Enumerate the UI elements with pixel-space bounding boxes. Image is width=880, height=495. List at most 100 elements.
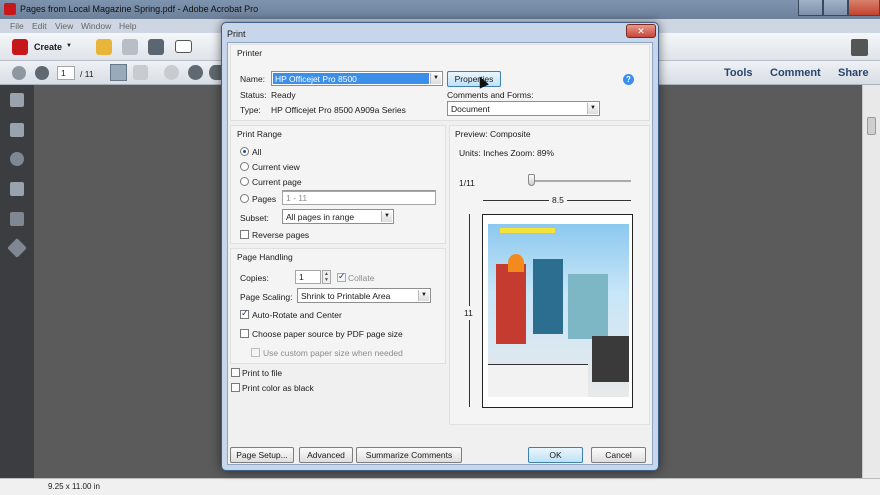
print-to-file-checkbox[interactable] <box>231 368 240 377</box>
tags-icon[interactable] <box>7 238 27 258</box>
radio-pages[interactable] <box>240 194 249 203</box>
units-zoom-label: Units: Inches Zoom: 89% <box>459 148 554 158</box>
status-label: Status: <box>240 90 267 100</box>
subset-value: All pages in range <box>286 212 355 222</box>
print-dialog: Print ✕ Printer Name: HP Officejet Pro 8… <box>221 22 659 471</box>
advanced-button[interactable]: Advanced <box>299 447 353 463</box>
save-icon[interactable] <box>122 39 138 55</box>
properties-button[interactable]: Properties <box>447 71 501 87</box>
copies-input[interactable]: 1 <box>295 270 321 284</box>
type-value: HP Officejet Pro 8500 A909a Series <box>271 105 406 115</box>
print-range-section-title: Print Range <box>237 129 282 139</box>
height-dimension-label: 11 <box>464 306 473 320</box>
magazine-cover-image <box>488 224 629 397</box>
radio-all-label: All <box>252 147 262 157</box>
marquee-zoom-icon[interactable] <box>164 65 179 80</box>
page-handling-section-title: Page Handling <box>237 252 293 262</box>
auto-rotate-checkbox[interactable] <box>240 308 249 319</box>
status-value: Ready <box>271 90 296 100</box>
menu-edit[interactable]: Edit <box>32 21 47 31</box>
app-title: Pages from Local Magazine Spring.pdf - A… <box>20 4 259 14</box>
radio-all[interactable] <box>240 147 249 156</box>
name-label: Name: <box>240 74 266 84</box>
page-thumbnails-icon[interactable] <box>10 93 24 107</box>
printer-section-title: Printer <box>237 48 263 58</box>
page-number-input[interactable]: 1 <box>57 66 75 80</box>
minimize-window-button[interactable] <box>798 0 823 16</box>
page-scaling-value: Shrink to Printable Area <box>301 291 391 301</box>
auto-rotate-label: Auto-Rotate and Center <box>252 310 342 320</box>
paper-source-checkbox[interactable] <box>240 329 249 338</box>
bookmarks-icon[interactable] <box>10 123 24 137</box>
tools-tab[interactable]: Tools <box>724 67 753 79</box>
printer-name-value: HP Officejet Pro 8500 <box>273 73 429 84</box>
zoom-out-icon[interactable] <box>188 65 203 80</box>
menu-help[interactable]: Help <box>119 21 136 31</box>
acrobat-app-icon <box>4 3 16 15</box>
reverse-pages-checkbox[interactable] <box>240 230 249 239</box>
image-text-block <box>592 336 629 382</box>
create-button[interactable]: Create <box>34 42 62 52</box>
preview-section-title: Preview: Composite <box>455 129 531 139</box>
previous-page-icon[interactable] <box>12 66 26 80</box>
select-tool-icon[interactable] <box>110 64 127 81</box>
maximize-window-button[interactable] <box>823 0 848 16</box>
comments-forms-value: Document <box>451 104 490 114</box>
vertical-scrollbar[interactable] <box>862 85 880 478</box>
pages-range-input[interactable]: 1 - 11 <box>282 191 436 205</box>
next-page-icon[interactable] <box>35 66 49 80</box>
copies-label: Copies: <box>240 273 269 283</box>
page-setup-button[interactable]: Page Setup... <box>230 447 294 463</box>
help-icon[interactable]: ? <box>623 74 634 85</box>
zoom-in-icon[interactable] <box>209 65 221 80</box>
chevron-down-icon: ▼ <box>418 290 429 301</box>
printer-name-select[interactable]: HP Officejet Pro 8500 ▼ <box>271 71 443 86</box>
comment-tab[interactable]: Comment <box>770 67 821 79</box>
collate-checkbox[interactable] <box>337 271 346 282</box>
scroll-thumb[interactable] <box>867 117 876 135</box>
page-preview <box>482 214 633 408</box>
chevron-down-icon: ▼ <box>430 73 441 84</box>
share-tab[interactable]: Share <box>838 67 869 79</box>
signatures-icon[interactable] <box>10 212 24 226</box>
attachments-icon[interactable] <box>10 152 24 166</box>
menu-view[interactable]: View <box>55 21 73 31</box>
print-color-black-checkbox[interactable] <box>231 383 240 392</box>
close-window-button[interactable] <box>848 0 880 16</box>
page-slider-track[interactable] <box>528 180 631 182</box>
summarize-comments-button[interactable]: Summarize Comments <box>356 447 462 463</box>
cancel-button[interactable]: Cancel <box>591 447 646 463</box>
create-icon <box>12 39 28 55</box>
print-to-file-label: Print to file <box>242 368 283 378</box>
copies-spinner[interactable]: ▲ ▼ <box>322 270 331 284</box>
image-building-center <box>533 259 563 334</box>
width-dimension-label: 8.5 <box>549 195 567 205</box>
comments-forms-select[interactable]: Document ▼ <box>447 101 600 116</box>
hand-tool-icon[interactable] <box>133 65 148 80</box>
page-total: / 11 <box>80 69 94 79</box>
radio-current-page[interactable] <box>240 177 249 186</box>
menu-file[interactable]: File <box>10 21 24 31</box>
image-flame <box>508 254 524 272</box>
menu-window[interactable]: Window <box>81 21 111 31</box>
chevron-down-icon: ▼ <box>381 211 392 222</box>
app-title-bar: Pages from Local Magazine Spring.pdf - A… <box>0 0 880 19</box>
fullscreen-icon[interactable] <box>851 39 868 56</box>
print-icon[interactable] <box>148 39 164 55</box>
dialog-close-button[interactable]: ✕ <box>626 24 656 38</box>
email-icon[interactable] <box>175 40 192 53</box>
page-slider-thumb[interactable] <box>528 174 535 186</box>
subset-select[interactable]: All pages in range ▼ <box>282 209 394 224</box>
paper-source-label: Choose paper source by PDF page size <box>252 329 403 339</box>
page-scaling-select[interactable]: Shrink to Printable Area ▼ <box>297 288 431 303</box>
custom-paper-checkbox[interactable] <box>251 348 260 357</box>
radio-current-view[interactable] <box>240 162 249 171</box>
open-folder-icon[interactable] <box>96 39 112 55</box>
collate-label: Collate <box>348 273 375 283</box>
subset-label: Subset: <box>240 213 269 223</box>
ok-button[interactable]: OK <box>528 447 583 463</box>
printer-group: Printer Name: HP Officejet Pro 8500 ▼ Pr… <box>230 44 650 121</box>
chevron-down-icon: ▼ <box>587 103 598 114</box>
layers-icon[interactable] <box>10 182 24 196</box>
create-dropdown-icon[interactable]: ▼ <box>66 43 72 49</box>
